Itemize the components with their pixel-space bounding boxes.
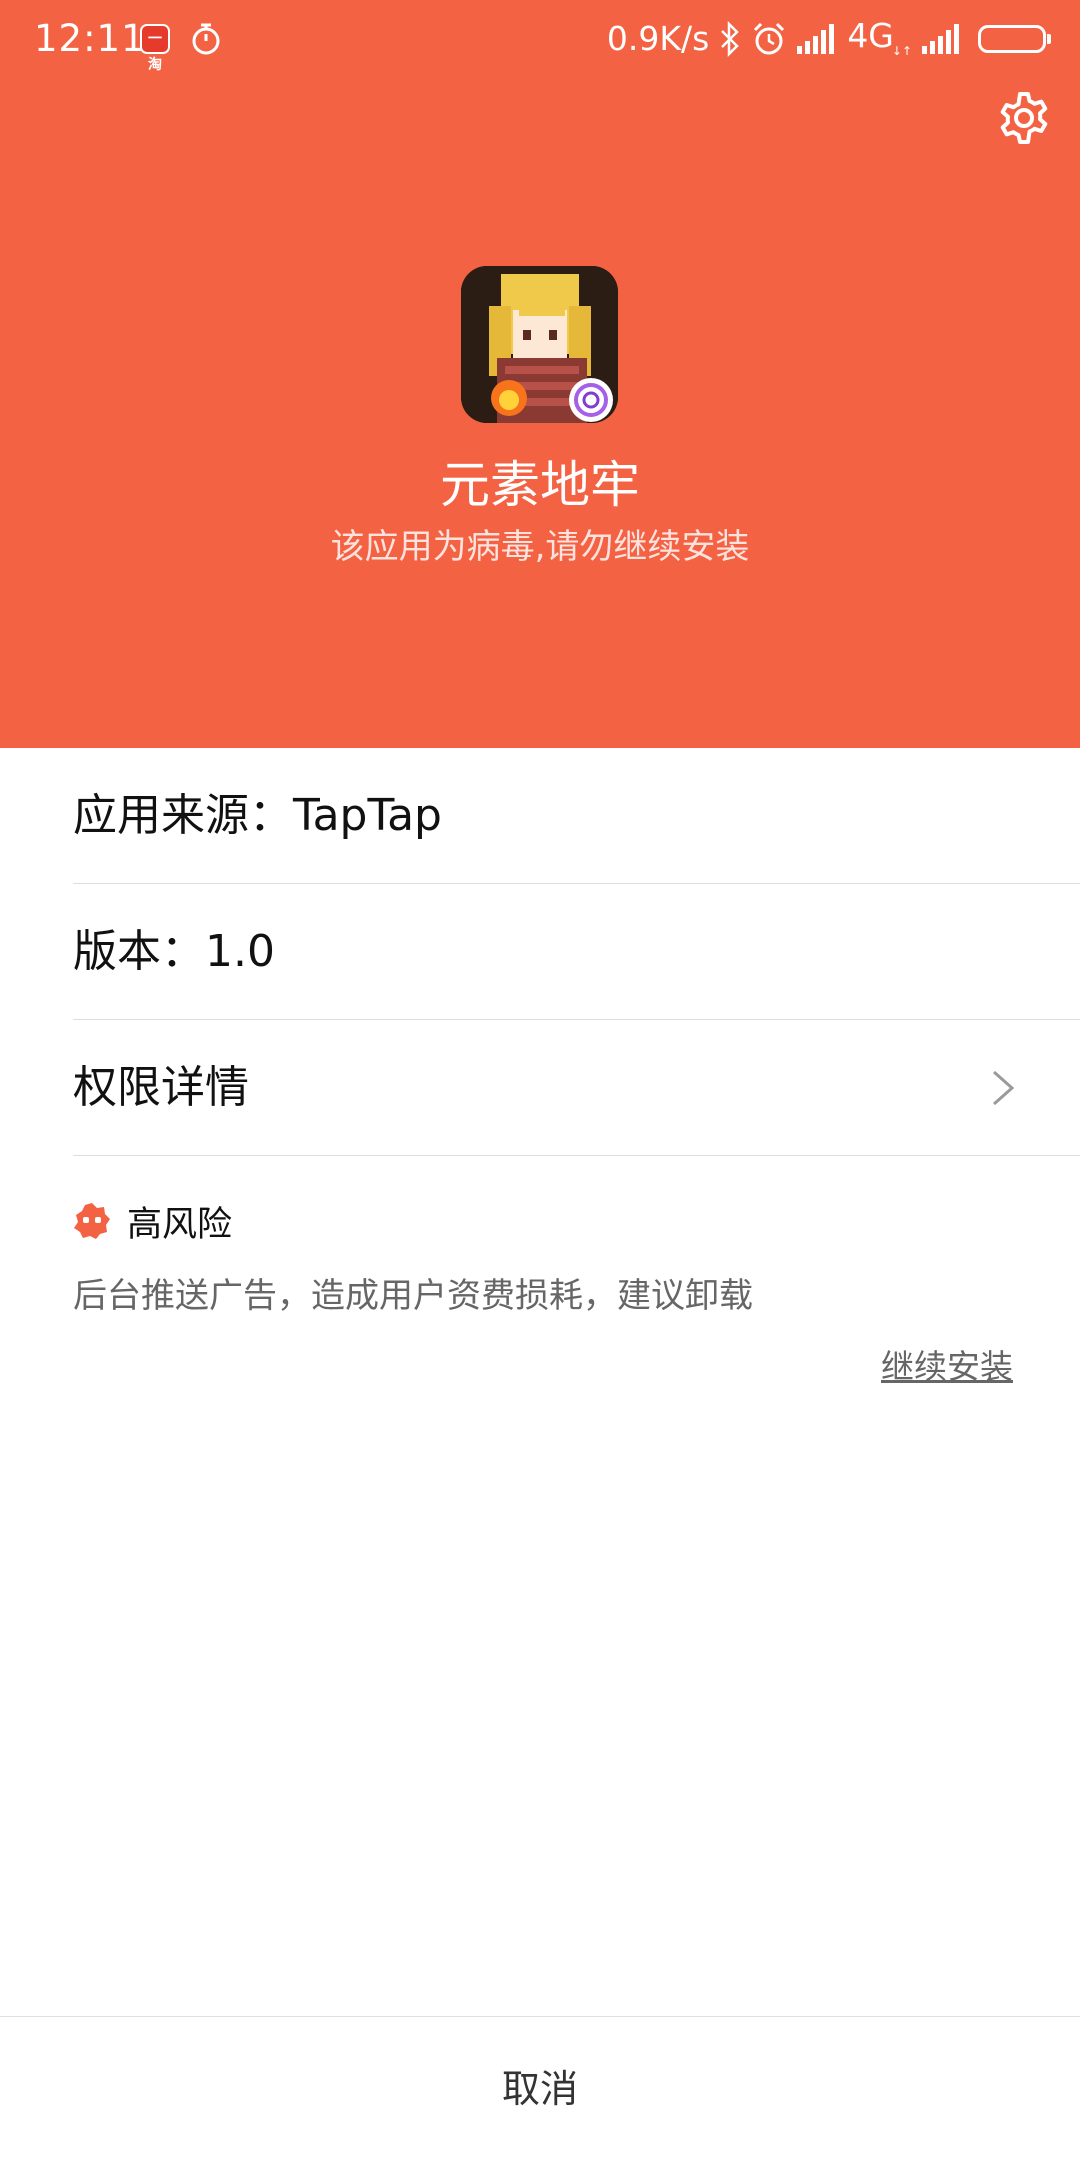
app-version-label: 版本：1.0 [73,926,275,977]
app-icon-artwork [461,266,618,423]
battery-icon: 75 [978,25,1051,53]
network-activity-arrows: ↓↑ [891,43,912,58]
network-type-label: 4G [847,15,894,55]
risk-section: 高风险 后台推送广告，造成用户资费损耗，建议卸载 继续安装 [73,1196,1013,1386]
signal-icon-secondary [922,24,959,54]
signal-icon [797,24,835,54]
risk-level-label: 高风险 [127,1204,233,1245]
permissions-label: 权限详情 [73,1062,249,1113]
alarm-icon [754,22,785,55]
network-speed: 0.9K/s [606,19,710,58]
app-name: 元素地牢 [440,456,640,514]
risk-shield-icon [74,1203,110,1239]
app-source-row: 应用来源：TapTap [73,748,1080,884]
risk-title-row: 高风险 [73,1196,1013,1246]
continue-install-link[interactable]: 继续安装 [881,1344,1013,1390]
cancel-button[interactable]: 取消 [0,2017,1080,2161]
app-info-list: 应用来源：TapTap 版本：1.0 权限详情 [73,748,1080,1156]
battery-nub [1047,34,1051,44]
app-source-label: 应用来源：TapTap [73,790,442,841]
battery-level: 75 [1000,29,1024,49]
network-type: 4G↓↑ [847,11,912,68]
bottom-bar: 取消 [0,2016,1080,2160]
taobao-notification-icon: 一淘 [140,24,170,73]
app-version-row: 版本：1.0 [73,884,1080,1020]
status-bar: 12:11 一淘 0.9K/s 4G↓↑ 75 [0,0,1080,80]
status-right-group: 0.9K/s 4G↓↑ 75 [606,14,1051,64]
permissions-row[interactable]: 权限详情 [73,1020,1080,1156]
header: 12:11 一淘 0.9K/s 4G↓↑ 75 元素地牢 该应用为病毒,请勿继续… [0,0,1080,748]
gear-icon[interactable] [996,90,1052,146]
chevron-right-icon [993,1070,1015,1106]
risk-description: 后台推送广告，造成用户资费损耗，建议卸载 [73,1276,753,1316]
stopwatch-icon [192,23,220,55]
app-icon [461,266,618,423]
bluetooth-icon [721,21,740,57]
virus-warning-text: 该应用为病毒,请勿继续安装 [330,527,750,567]
status-time: 12:11 [34,17,146,60]
